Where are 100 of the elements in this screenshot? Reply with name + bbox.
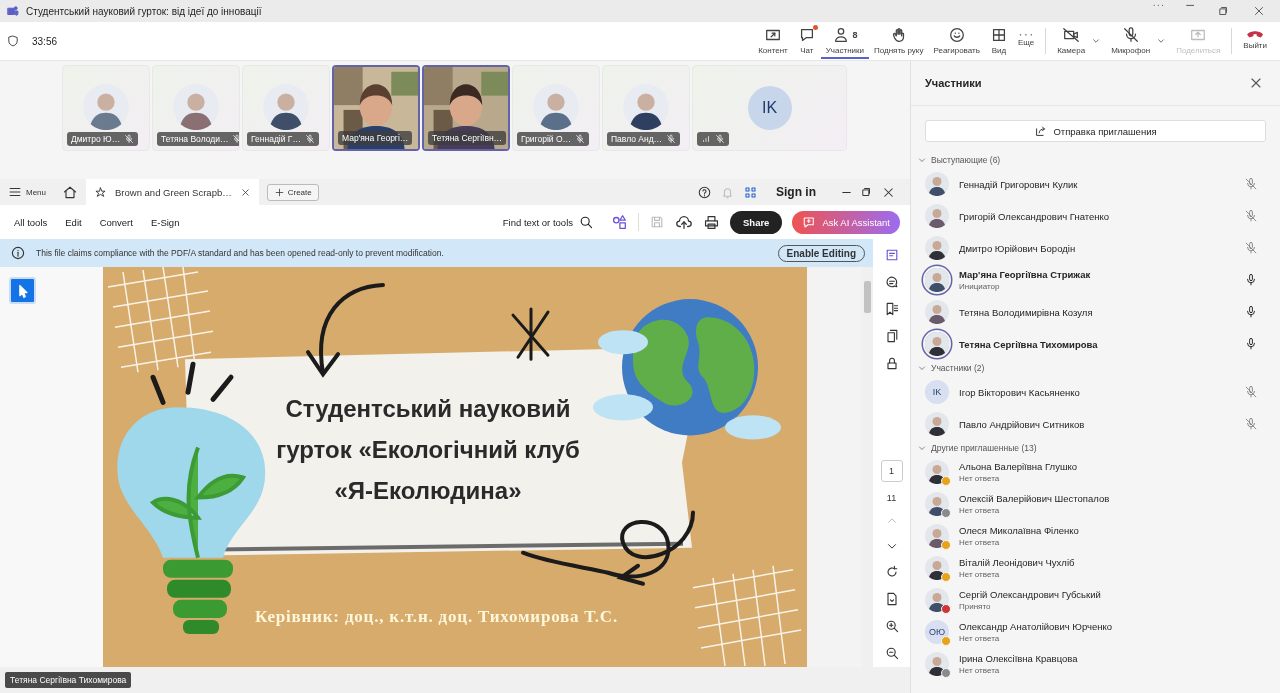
initials-avatar: IK <box>747 86 792 130</box>
share-button[interactable]: Share <box>730 210 783 234</box>
participant-name: Геннадій Григорович Кулик <box>959 178 1079 190</box>
initials-avatar: IK <box>925 380 949 404</box>
search-icon <box>578 214 594 230</box>
invite-button[interactable]: Отправка приглашения <box>925 120 1266 142</box>
participant-name: Ірина Олексіївна Кравцова <box>959 653 1079 664</box>
avatar <box>173 84 219 130</box>
camera-off-icon <box>1062 25 1081 44</box>
speaker-caption: Тетяна Сергіївна Тихомирова <box>5 672 132 688</box>
page-number-field[interactable]: 1 <box>880 460 903 482</box>
participant-tile[interactable]: Павло Анд… <box>602 65 690 151</box>
avatar <box>925 172 949 196</box>
name-badge: Геннадій Г… <box>247 132 319 146</box>
section-header[interactable]: Другие приглашенные (13) <box>911 440 1280 456</box>
more-button[interactable]: Еще <box>1012 23 1040 59</box>
notice-text: This file claims compliance with the PDF/A standard and has been opened read-only to prevent modification. <box>36 248 444 258</box>
slide-title-line: гурток «Екологічний клуб <box>276 436 580 464</box>
people-button[interactable]: 8 Участники <box>820 23 869 59</box>
minimize-icon[interactable] <box>842 190 851 194</box>
apps-icon[interactable] <box>743 184 758 200</box>
sign-in-button[interactable]: Sign in <box>770 184 822 200</box>
signal-icon <box>701 134 711 144</box>
shield-icon <box>6 34 20 48</box>
mic-off-icon <box>1121 25 1140 44</box>
participant-tile[interactable]: Геннадій Г… <box>242 65 330 151</box>
name-badge: Мар'яна Георгі… <box>338 131 413 145</box>
participant-tile[interactable]: Тетяна Володи… <box>152 65 240 151</box>
smiley-button[interactable]: Реагировать <box>928 23 985 59</box>
participant-name: Мар'яна Георгіївна Стрижак <box>959 269 1092 280</box>
participant-status: Инициатор <box>959 282 1001 291</box>
comment-icon[interactable] <box>883 274 900 290</box>
share-screen-button[interactable]: Контент <box>753 23 793 59</box>
tool-menu-item[interactable]: E-Sign <box>146 216 184 228</box>
participant-tile[interactable]: Дмитро Ю… <box>62 65 150 151</box>
invite-icon <box>1034 124 1048 138</box>
avatar <box>925 268 949 292</box>
document-tab[interactable]: Brown and Green Scrapb… <box>86 179 259 205</box>
avatar <box>83 84 129 130</box>
participant-tile[interactable]: Тетяна Сергіївн… <box>422 65 510 151</box>
participant-name: Тетяна Сергіївна Тихомирова <box>959 338 1099 350</box>
close-icon[interactable] <box>239 186 251 198</box>
participant-status: Нет ответа <box>959 570 1001 579</box>
phone-icon <box>1247 30 1264 39</box>
page-count: 11 <box>886 493 897 503</box>
tool-menu-item[interactable]: All tools <box>10 216 52 228</box>
name-badge: Дмитро Ю… <box>67 132 139 146</box>
raise-hand-button[interactable]: Поднять руку <box>869 23 929 59</box>
find-tools-button[interactable]: Find text or tools <box>496 213 600 231</box>
printer-icon[interactable] <box>703 213 720 231</box>
home-icon[interactable] <box>62 184 78 200</box>
upload-icon[interactable] <box>675 213 693 231</box>
menu-button[interactable]: Menu <box>8 185 46 199</box>
more-icon[interactable] <box>1153 4 1164 7</box>
chevron-icon <box>917 155 927 165</box>
avatar <box>925 524 949 548</box>
create-button[interactable]: Create <box>266 183 319 201</box>
smiley-icon <box>947 25 966 44</box>
phone-button[interactable]: Выйти <box>1238 23 1272 59</box>
avatar <box>925 652 949 676</box>
more-icon <box>1019 32 1033 37</box>
avatar <box>925 332 949 356</box>
close-icon[interactable] <box>1252 4 1266 18</box>
help-icon[interactable] <box>697 184 712 200</box>
chat-button[interactable]: Чат <box>792 23 821 59</box>
participant-tile[interactable]: Григорій О… <box>512 65 600 151</box>
avatar <box>925 556 949 580</box>
camera-off-button[interactable]: Камера <box>1052 23 1091 59</box>
star-icon <box>94 185 107 199</box>
chevron-icon <box>917 443 927 453</box>
chevron-icon <box>917 363 927 373</box>
participant-name: Григорій Олександрович Гнатенко <box>959 210 1111 222</box>
meeting-timer: 33:56 <box>32 35 58 47</box>
participant-status: Нет ответа <box>959 506 1001 515</box>
participant-name: Тетяна Володимирівна Козуля <box>959 306 1094 318</box>
mic-off-button[interactable]: Микрофон <box>1106 23 1156 59</box>
section-header[interactable]: Участники (2) <box>911 360 1280 376</box>
avatar <box>925 204 949 228</box>
info-icon <box>10 245 26 261</box>
tools-icon[interactable] <box>610 213 628 231</box>
avatar <box>925 412 949 436</box>
participant-tile[interactable]: Мар'яна Георгі… <box>332 65 420 151</box>
tool-menu-item[interactable]: Convert <box>95 216 137 228</box>
participant-name: Дмитро Юрійович Бородін <box>959 242 1077 254</box>
ai-assistant-button[interactable]: Ask AI Assistant <box>792 210 900 234</box>
layout-grid-button[interactable]: Вид <box>984 23 1013 59</box>
avatar <box>533 84 579 130</box>
avatar <box>263 84 309 130</box>
avatar <box>925 492 949 516</box>
participant-name: Альона Валеріївна Глушко <box>959 461 1079 472</box>
participant-status: Нет ответа <box>959 666 1001 675</box>
select-tool-button[interactable] <box>9 277 36 304</box>
participant-name: Олексій Валерійович Шестопалов <box>959 493 1111 504</box>
tool-menu-item[interactable]: Edit <box>61 216 86 228</box>
participant-tile[interactable]: IK <box>692 65 847 151</box>
star-drawing <box>511 307 550 361</box>
participant-name: Сергій Олександрович Губський <box>959 589 1102 600</box>
section-header[interactable]: Выступающие (6) <box>911 152 1280 168</box>
panel-title: Участники <box>925 77 982 89</box>
participant-name: Олександр Анатолійович Юрченко <box>959 621 1113 632</box>
